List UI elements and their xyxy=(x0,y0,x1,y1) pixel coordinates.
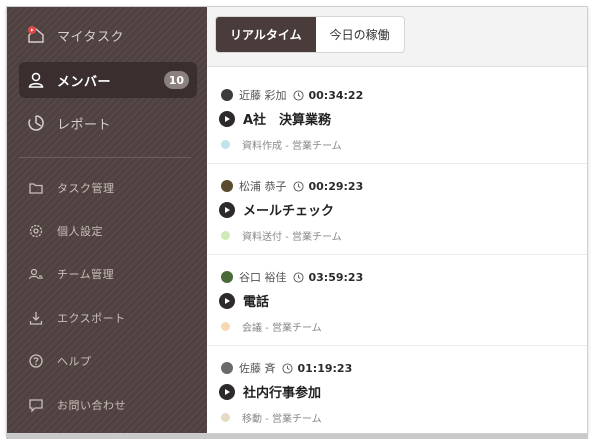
person-icon xyxy=(25,69,47,91)
sidebar-item-label: エクスポート xyxy=(57,312,126,325)
category-row: 資料作成 - 営業チーム xyxy=(221,137,342,152)
task-row: A社 決算業務 xyxy=(219,109,331,128)
task-title: A社 決算業務 xyxy=(243,113,332,128)
category-row: 資料送付 - 営業チーム xyxy=(221,228,342,243)
member-meta: 谷口 裕佳 03:59:23 xyxy=(221,269,363,285)
member-name: 松浦 恭子 xyxy=(239,180,287,193)
category-dot xyxy=(221,413,230,422)
task-row: 社内行事参加 xyxy=(219,382,321,401)
sidebar-item-label: お問い合わせ xyxy=(57,399,126,412)
task-title: 電話 xyxy=(243,295,270,310)
gear-icon xyxy=(25,220,47,242)
member-meta: 近藤 彩加 00:34:22 xyxy=(221,87,363,103)
sidebar-divider xyxy=(19,157,191,158)
category-row: 移動 - 営業チーム xyxy=(221,410,322,425)
home-icon xyxy=(25,24,47,46)
play-icon[interactable] xyxy=(219,292,235,309)
sidebar-item-label: レポート xyxy=(57,117,112,133)
category-label: 移動 - 営業チーム xyxy=(242,414,322,425)
sidebar-item-label: タスク管理 xyxy=(57,182,115,195)
member-card[interactable]: 佐藤 斉 01:19:23 社内行事参加 移動 - 営業チーム xyxy=(207,346,587,433)
category-row: 会議 - 営業チーム xyxy=(221,319,322,334)
avatar xyxy=(221,362,233,374)
help-icon xyxy=(25,350,47,372)
elapsed-time: 01:19:23 xyxy=(297,361,353,375)
folder-icon xyxy=(25,177,47,199)
avatar xyxy=(221,89,233,101)
app-window: マイタスク メンバー 10 レポート タスク管理 個人設定 チーム管理 エクスポ… xyxy=(6,6,588,434)
team-icon xyxy=(25,263,47,285)
tab-group: リアルタイム 今日の稼働 xyxy=(215,16,405,53)
elapsed-time: 03:59:23 xyxy=(308,270,364,284)
category-dot xyxy=(221,322,230,331)
report-icon xyxy=(25,112,47,134)
sidebar-item-label: チーム管理 xyxy=(57,268,115,281)
sidebar-item-label: ヘルプ xyxy=(57,355,92,368)
clock-icon xyxy=(281,362,293,374)
sidebar: マイタスク メンバー 10 レポート タスク管理 個人設定 チーム管理 エクスポ… xyxy=(7,7,207,433)
category-label: 資料送付 - 営業チーム xyxy=(242,232,342,243)
member-count-badge: 10 xyxy=(163,71,189,89)
avatar xyxy=(221,271,233,283)
tab-bar: リアルタイム 今日の稼働 xyxy=(207,7,587,67)
member-meta: 松浦 恭子 00:29:23 xyxy=(221,178,363,194)
tab-realtime[interactable]: リアルタイム xyxy=(216,17,316,52)
sidebar-item-export[interactable]: エクスポート xyxy=(19,300,197,336)
sidebar-item-personal-settings[interactable]: 個人設定 xyxy=(19,213,197,249)
member-card[interactable]: 近藤 彩加 00:34:22 A社 決算業務 資料作成 - 営業チーム xyxy=(207,73,587,164)
sidebar-item-my-tasks[interactable]: マイタスク xyxy=(19,17,197,53)
sidebar-item-report[interactable]: レポート xyxy=(19,105,197,141)
task-row: メールチェック xyxy=(219,200,334,219)
member-card[interactable]: 松浦 恭子 00:29:23 メールチェック 資料送付 - 営業チーム xyxy=(207,164,587,255)
play-icon[interactable] xyxy=(219,383,235,400)
sidebar-item-team-management[interactable]: チーム管理 xyxy=(19,256,197,292)
member-name: 近藤 彩加 xyxy=(239,89,287,102)
category-label: 資料作成 - 営業チーム xyxy=(242,141,342,152)
category-label: 会議 - 営業チーム xyxy=(242,323,322,334)
member-name: 谷口 裕佳 xyxy=(239,271,287,284)
sidebar-item-label: メンバー xyxy=(57,74,112,90)
tab-today-activity[interactable]: 今日の稼働 xyxy=(316,17,404,52)
sidebar-item-members[interactable]: メンバー 10 xyxy=(19,62,197,98)
clock-icon xyxy=(292,180,304,192)
download-icon xyxy=(25,307,47,329)
clock-icon xyxy=(292,89,304,101)
elapsed-time: 00:29:23 xyxy=(308,179,364,193)
play-icon[interactable] xyxy=(219,110,235,127)
sidebar-item-label: 個人設定 xyxy=(57,225,103,238)
main-panel: リアルタイム 今日の稼働 近藤 彩加 00:34:22 A社 決算業務 資料作成… xyxy=(207,7,587,433)
member-card[interactable]: 谷口 裕佳 03:59:23 電話 会議 - 営業チーム xyxy=(207,255,587,346)
play-icon[interactable] xyxy=(219,201,235,218)
member-meta: 佐藤 斉 01:19:23 xyxy=(221,360,352,376)
category-dot xyxy=(221,231,230,240)
member-name: 佐藤 斉 xyxy=(239,362,276,375)
sidebar-item-help[interactable]: ヘルプ xyxy=(19,343,197,379)
category-dot xyxy=(221,140,230,149)
avatar xyxy=(221,180,233,192)
chat-icon xyxy=(25,394,47,416)
elapsed-time: 00:34:22 xyxy=(308,88,364,102)
sidebar-item-label: マイタスク xyxy=(57,29,124,45)
clock-icon xyxy=(292,271,304,283)
sidebar-item-contact[interactable]: お問い合わせ xyxy=(19,387,197,423)
task-title: メールチェック xyxy=(243,204,335,219)
window-bottom-edge xyxy=(6,434,588,439)
task-row: 電話 xyxy=(219,291,269,310)
sidebar-item-task-management[interactable]: タスク管理 xyxy=(19,170,197,206)
task-title: 社内行事参加 xyxy=(243,386,322,401)
